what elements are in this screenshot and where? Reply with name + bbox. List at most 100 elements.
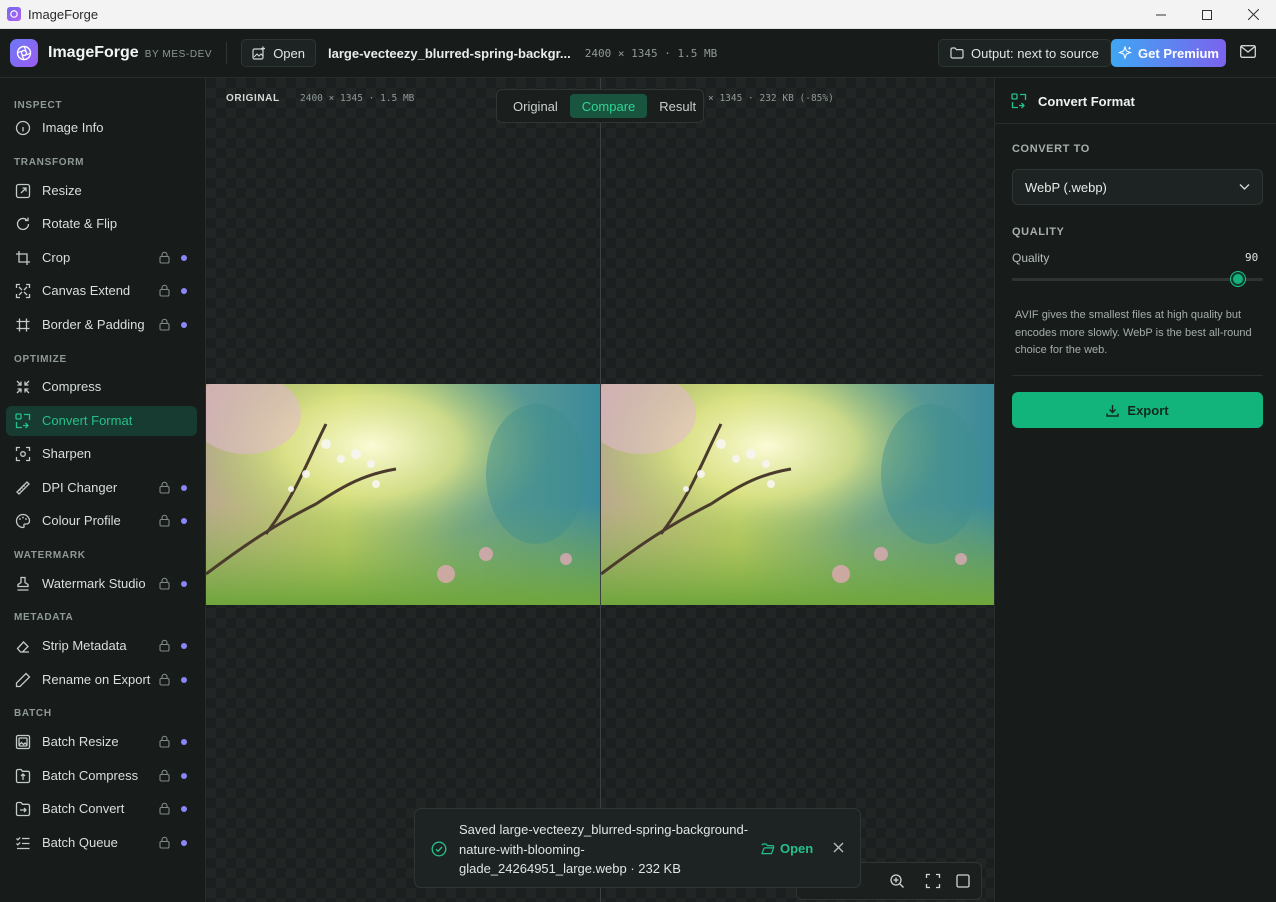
sidebar-section-optimize: OPTIMIZE [14,354,67,365]
lock-icon [159,673,170,686]
panel-title: Convert Format [1038,94,1135,109]
images-icon [15,734,31,750]
sidebar-item-label: Watermark Studio [42,576,146,591]
view-mode-toggle: Original Compare Result [496,89,704,123]
sidebar-item-image-info[interactable]: Image Info [6,113,197,143]
crop-icon [16,251,30,265]
output-location-button[interactable]: Output: next to source [938,39,1111,67]
sidebar-item-sharpen[interactable]: Sharpen [6,439,197,469]
sidebar-item-strip-metadata[interactable]: Strip Metadata [6,631,197,661]
download-icon [1106,404,1120,417]
sidebar-item-crop[interactable]: Crop [6,243,197,273]
result-image [601,384,994,605]
sidebar-item-compress[interactable]: Compress [6,372,197,402]
lock-icon [159,284,170,297]
sidebar-item-label: Sharpen [42,446,92,461]
open-file-button[interactable]: Open [241,39,316,67]
premium-dot [181,581,187,587]
sidebar-item-rotate-and-flip[interactable]: Rotate & Flip [6,209,197,239]
sidebar-section-metadata: METADATA [14,612,74,623]
settings-panel: Convert Format CONVERT TO WebP (.webp) Q… [994,78,1276,902]
sidebar: INSPECT Image Info TRANSFORM Resize Rotate &… [0,78,206,902]
palette-icon [15,513,31,529]
sidebar-item-colour-profile[interactable]: Colour Profile [6,506,197,536]
zoom-in-icon[interactable] [889,873,905,889]
quality-slider[interactable] [1012,272,1263,286]
lock-icon [159,802,170,815]
sidebar-section-batch: BATCH [14,708,52,719]
get-premium-button[interactable]: Get Premium [1111,39,1226,67]
premium-dot [181,288,187,294]
view-compare-button[interactable]: Compare [569,94,648,118]
minimize-icon [1156,14,1166,15]
sidebar-item-border-and-padding[interactable]: Border & Padding [6,310,197,340]
sidebar-item-batch-queue[interactable]: Batch Queue [6,828,197,858]
lock-icon [159,318,170,331]
sidebar-item-label: Batch Queue [42,835,118,850]
slider-thumb[interactable] [1230,272,1245,286]
view-result-button[interactable]: Result [647,94,708,118]
sidebar-item-watermark-studio[interactable]: Watermark Studio [6,569,197,599]
open-label: Open [273,45,305,61]
sidebar-item-batch-convert[interactable]: Batch Convert [6,794,197,824]
sidebar-item-convert-format[interactable]: Convert Format [6,406,197,436]
quality-label: Quality [1012,251,1050,265]
close-toast-icon[interactable] [833,842,844,853]
toast-open-label: Open [780,841,814,856]
sidebar-section-inspect: INSPECT [14,100,63,111]
save-toast: Saved large-vecteezy_blurred-spring-back… [414,808,861,888]
sidebar-item-label: Resize [42,183,82,198]
close-icon [1247,9,1259,20]
sidebar-section-transform: TRANSFORM [14,157,85,168]
premium-dot [181,773,187,779]
sidebar-item-label: DPI Changer [42,480,118,495]
maximize-button[interactable] [1184,0,1230,29]
sidebar-item-canvas-extend[interactable]: Canvas Extend [6,276,197,306]
slider-fill [1012,278,1238,281]
sidebar-item-label: Strip Metadata [42,638,127,653]
sidebar-item-rename-on-export[interactable]: Rename on Export [6,665,197,695]
brand-subtitle: BY MES-DEV [144,49,213,60]
sidebar-item-batch-compress[interactable]: Batch Compress [6,761,197,791]
hash-icon [16,318,30,332]
info-icon [15,120,31,136]
app-header: ImageForge BY MES-DEV Open large-vecteez… [0,29,1276,78]
mail-icon [1240,45,1256,58]
export-label: Export [1127,402,1169,418]
header-divider [226,42,228,64]
toast-open-button[interactable]: Open [761,841,813,856]
close-window-button[interactable] [1230,0,1276,29]
format-hint: AVIF gives the smallest files at high qu… [1015,309,1252,356]
lock-icon [159,251,170,264]
list-check-icon [16,836,30,850]
brand-name: ImageForge [48,44,139,61]
original-image [206,384,600,605]
sidebar-item-dpi-changer[interactable]: DPI Changer [6,473,197,503]
sidebar-section-watermark: WATERMARK [14,550,86,561]
logo-icon [10,39,38,67]
actual-size-icon[interactable] [955,873,971,889]
lock-icon [159,769,170,782]
premium-dot [181,677,187,683]
lock-icon [159,639,170,652]
view-original-button[interactable]: Original [501,94,570,118]
premium-dot [181,806,187,812]
sidebar-item-resize[interactable]: Resize [6,176,197,206]
format-select[interactable]: WebP (.webp) [1012,169,1263,205]
chevron-down-icon [1239,184,1250,190]
premium-label: Get Premium [1138,45,1219,61]
result-pane-meta: × 1345 · 232 KB (-85%) [708,93,834,104]
sidebar-item-label: Batch Compress [42,768,139,783]
folder-icon [950,47,964,59]
original-pane-label: ORIGINAL [226,93,280,104]
premium-dot [181,322,187,328]
sidebar-item-label: Batch Resize [42,734,119,749]
lock-icon [159,735,170,748]
image-canvas[interactable]: ORIGINAL 2400 × 1345 · 1.5 MB × 1345 · 2… [206,78,994,902]
format-select-value: WebP (.webp) [1025,180,1107,195]
fullscreen-icon[interactable] [925,873,941,889]
feedback-button[interactable] [1240,45,1262,61]
minimize-button[interactable] [1138,0,1184,29]
sidebar-item-batch-resize[interactable]: Batch Resize [6,727,197,757]
export-button[interactable]: Export [1012,392,1263,428]
